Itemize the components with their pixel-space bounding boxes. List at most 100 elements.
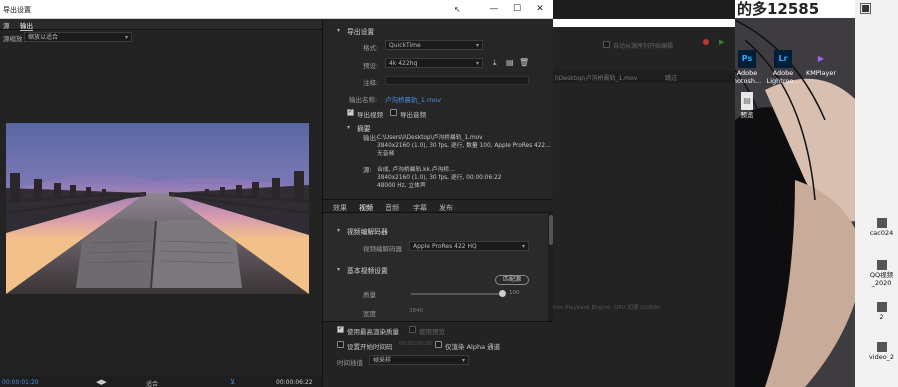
set-start-timecode-checkbox[interactable] xyxy=(337,341,344,348)
desktop-icon-label: Adobe hotosh... xyxy=(735,69,762,85)
quality-slider-track[interactable] xyxy=(411,293,503,295)
close-button[interactable]: ✕ xyxy=(529,2,551,16)
file-icon xyxy=(876,260,887,270)
save-preset-icon[interactable]: ⤓ xyxy=(493,58,497,68)
max-render-quality-checkbox[interactable] xyxy=(337,325,344,333)
playback-controls-icon[interactable]: ◀▶ xyxy=(96,378,107,386)
record-dot-icon xyxy=(703,39,709,45)
start-timecode-value[interactable]: 00:00:00:00 xyxy=(399,341,433,347)
use-previews-label: 使用预览 xyxy=(419,328,445,336)
timeline-start-time: 00:00:01:20 xyxy=(2,379,39,386)
minimize-button[interactable]: — xyxy=(483,2,505,16)
desktop-file-3[interactable]: 2 xyxy=(865,302,898,321)
export-settings-panel: ▾ 导出设置 格式: QuickTime ▾ 预设: 4k 422hq ▾ ⤓ … xyxy=(322,19,553,387)
desktop-file-2[interactable]: QQ视频_2020 xyxy=(865,260,898,287)
queue-row[interactable]: l\Desktop\卢沟桥晨轨_1.mov 跳过 xyxy=(553,71,735,83)
summary-output-label: 输出: xyxy=(363,134,379,142)
desktop-file-4[interactable]: video_2 xyxy=(865,342,898,361)
desktop-file-label: QQ视频_2020 xyxy=(869,271,894,287)
source-scaling-label: 源缩放 xyxy=(3,35,23,43)
crop-icon[interactable]: ⊻ xyxy=(230,378,235,386)
render-alpha-checkbox[interactable] xyxy=(435,341,442,348)
file-icon xyxy=(876,302,887,312)
time-interpolation-select[interactable]: 帧采样 ▾ xyxy=(369,355,469,365)
tab-source[interactable]: 源 xyxy=(3,20,10,30)
tab-publish[interactable]: 发布 xyxy=(439,203,453,213)
collapse-triangle-icon[interactable]: ▾ xyxy=(337,27,340,34)
chevron-down-icon: ▾ xyxy=(521,243,525,250)
timeline-bar: 00:00:01:20 ◀▶ 适合 ⊻ 00:00:06:22 xyxy=(0,376,322,387)
desktop-icon-lightroom[interactable]: Lr Adobe Lightroo... xyxy=(763,50,803,85)
summary-triangle-icon[interactable]: ▾ xyxy=(347,124,350,131)
queue-status: 跳过 xyxy=(665,75,678,82)
preset-value: 4k 422hq xyxy=(389,60,418,67)
source-scaling-row: 源缩放 缩放以适合 ▾ xyxy=(0,31,322,43)
mouse-cursor-icon: ↖ xyxy=(454,5,461,14)
tab-audio[interactable]: 音频 xyxy=(385,203,399,213)
desktop-icon-label: Adobe Lightroo... xyxy=(766,69,800,85)
output-name-label: 输出名称: xyxy=(349,96,378,104)
quality-value[interactable]: 100 xyxy=(509,290,520,296)
background-checkbox[interactable] xyxy=(603,41,610,48)
tab-effects[interactable]: 效果 xyxy=(333,203,347,213)
set-start-timecode-label: 设置开始时间码 xyxy=(347,343,393,351)
kmplayer-icon: ▶ xyxy=(817,54,825,63)
video-codec-value: Apple ProRes 422 HQ xyxy=(413,243,477,250)
bilibili-logo-icon: ▣ xyxy=(859,0,873,16)
desktop-icon-label: 预览 xyxy=(740,111,754,119)
file-icon xyxy=(876,342,887,352)
chevron-down-icon: ▾ xyxy=(124,34,128,41)
export-video-checkbox[interactable] xyxy=(347,108,354,116)
video-preview xyxy=(6,123,309,294)
photoshop-icon: Ps xyxy=(738,50,756,68)
quality-slider-thumb[interactable] xyxy=(499,290,506,297)
file-icon xyxy=(876,218,887,228)
preview-tab-row: 源 输出 xyxy=(0,19,322,31)
window-title: 导出设置 xyxy=(3,6,31,14)
video-codec-select[interactable]: Apple ProRes 422 HQ ▾ xyxy=(409,241,529,251)
video-codec-label: 视频编解码器 xyxy=(363,245,402,253)
render-alpha-label: 仅渲染 Alpha 通道 xyxy=(445,343,501,351)
format-select[interactable]: QuickTime ▾ xyxy=(385,40,483,50)
preset-select[interactable]: 4k 422hq ▾ xyxy=(385,58,483,68)
desktop-area: 的多12585 ▣ Ps Adobe hotosh... Lr Adobe Li… xyxy=(735,0,898,387)
width-value[interactable]: 3840 xyxy=(409,308,423,314)
background-checkbox-label: 自动从源序列开始编辑 xyxy=(613,43,674,50)
queue-path: l\Desktop\卢沟桥晨轨_1.mov xyxy=(555,75,638,82)
summary-output-audio: 无音频 xyxy=(377,151,395,157)
play-icon[interactable]: ▶ xyxy=(719,38,724,46)
time-interpolation-value: 帧采样 xyxy=(373,357,392,364)
basic-video-triangle-icon[interactable]: ▾ xyxy=(337,266,340,273)
format-label: 格式: xyxy=(363,44,379,52)
summary-output-details: 3840x2160 (1.0), 30 fps, 逐行, 数量 100, App… xyxy=(377,143,551,149)
match-source-button[interactable]: 匹配源 xyxy=(495,275,529,285)
format-value: QuickTime xyxy=(389,42,421,49)
export-audio-checkbox[interactable] xyxy=(390,109,397,116)
import-preset-icon[interactable]: ▤ xyxy=(506,58,514,67)
preset-label: 预设: xyxy=(363,62,379,70)
export-settings-window: 导出设置 ↖ — ☐ ✕ 源 输出 源缩放 缩放以适合 ▾ 00:00:01:2… xyxy=(0,0,553,387)
renderer-status: tion Playback Engine: GPU 加速 (CUDA) xyxy=(553,305,661,311)
use-previews-checkbox[interactable] xyxy=(409,326,416,333)
preview-icon: ▤ xyxy=(741,92,753,110)
tab-captions[interactable]: 字幕 xyxy=(413,203,427,213)
video-settings-section: ▾ 视频编解码器 视频编解码器 Apple ProRes 422 HQ ▾ ▾ … xyxy=(323,213,548,321)
chevron-down-icon: ▾ xyxy=(475,60,479,67)
delete-preset-icon[interactable]: 🗑 xyxy=(519,58,529,67)
tab-output[interactable]: 输出 xyxy=(20,20,33,31)
maximize-button[interactable]: ☐ xyxy=(506,2,528,16)
desktop-icon-preview[interactable]: ▤ 预览 xyxy=(735,92,767,119)
source-scaling-select[interactable]: 缩放以适合 ▾ xyxy=(24,32,132,42)
desktop-file-label: video_2 xyxy=(868,353,895,361)
desktop-icon-kmplayer[interactable]: ▶ KMPlayer xyxy=(801,50,841,77)
export-video-label: 导出视频 xyxy=(357,111,383,119)
comment-input[interactable] xyxy=(385,76,529,85)
desktop-file-1[interactable]: cac024 xyxy=(865,218,898,237)
export-settings-header: 导出设置 xyxy=(347,28,375,36)
video-codec-triangle-icon[interactable]: ▾ xyxy=(337,227,340,234)
fit-select[interactable]: 适合 xyxy=(146,379,158,387)
comment-label: 注释: xyxy=(363,79,379,87)
max-render-quality-label: 使用最高渲染质量 xyxy=(347,328,399,336)
time-interpolation-label: 时间插值 xyxy=(337,359,363,367)
output-name-link[interactable]: 卢沟桥晨轨_1.mov xyxy=(385,94,441,104)
